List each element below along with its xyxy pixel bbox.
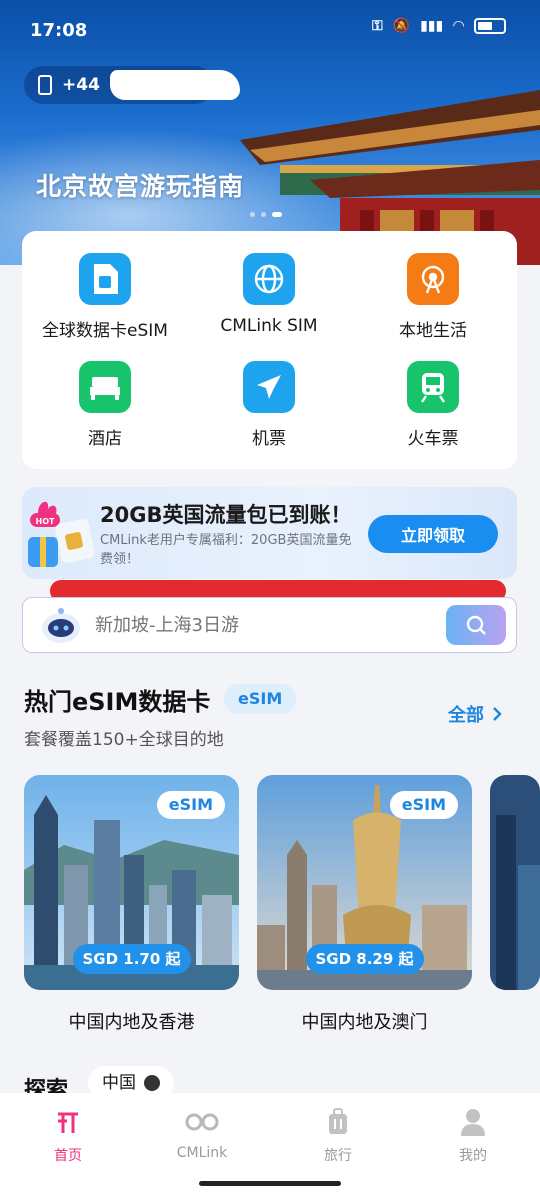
robot-mascot-icon [42,608,80,643]
infinity-icon [152,1107,252,1137]
tab-cmlink[interactable]: CMLink [152,1107,252,1161]
price-tag: SGD 1.70 起 [72,944,191,974]
tab-label: 首页 [54,1148,82,1164]
key-icon: ⚿ [372,18,383,34]
tab-home[interactable]: 首页 [18,1107,118,1165]
claim-button[interactable]: 立即领取 [368,515,498,553]
section-title: 热门eSIM数据卡 [24,688,211,716]
bed-icon [79,361,131,413]
tab-label: 旅行 [324,1148,352,1164]
esim-badge: eSIM [389,791,458,819]
ferris-wheel-icon [407,253,459,305]
luggage-icon [288,1107,388,1137]
status-bar: 17:08 ⚿ 🔕 ▮▮▮ ◠ [0,0,540,60]
section-badge: eSIM [224,684,297,714]
promo-banner[interactable]: HOT 20GB英国流量包已到账！ CMLink老用户专属福利：20GB英国流量… [22,487,517,579]
section-subtitle: 套餐覆盖150+全球目的地 [24,730,224,750]
esim-card-hongkong[interactable]: eSIM SGD 1.70 起 [24,775,239,990]
phone-icon [38,75,52,95]
view-all-label: 全部 [448,705,484,726]
search-bar[interactable] [22,597,517,653]
service-local-life[interactable]: 本地生活 [358,253,508,341]
carousel-dots [250,212,282,217]
tab-profile[interactable]: 我的 [423,1107,523,1165]
carousel-dot-active [272,212,282,217]
esim-card-macau[interactable]: eSIM SGD 8.29 起 [257,775,472,990]
wifi-icon: ◠ [453,18,464,34]
city-skyline-image [490,775,540,990]
chevron-down-icon [144,1075,160,1091]
card-destination: 中国内地及香港 [68,1012,195,1033]
tab-label: 我的 [459,1148,487,1164]
carousel-dot [250,212,255,217]
promo-description: CMLink老用户专属福利：20GB英国流量免费领！ [100,533,352,567]
train-icon [407,361,459,413]
home-icon [18,1107,118,1137]
battery-icon [474,18,506,34]
service-flight[interactable]: 机票 [194,361,344,449]
redaction-mark [110,70,240,100]
phone-number-pill[interactable]: +44 [24,66,240,104]
service-label: 酒店 [88,429,122,449]
esim-card-partial[interactable] [490,775,540,990]
service-esim[interactable]: 全球数据卡eSIM [30,253,180,341]
promo-title: 20GB英国流量包已到账！ [100,503,352,527]
search-icon [466,615,486,635]
signal-icon: ▮▮▮ [420,18,444,34]
service-cmlink-sim[interactable]: CMLink SIM [194,253,344,336]
service-label: 全球数据卡eSIM [42,321,168,341]
service-label: 火车票 [407,429,459,449]
status-time: 17:08 [30,20,88,41]
esim-badge: eSIM [156,791,225,819]
globe-icon [243,253,295,305]
card-destination: 中国内地及澳门 [301,1012,428,1033]
user-icon [423,1107,523,1137]
airplane-icon [243,361,295,413]
service-label: CMLink SIM [220,316,318,336]
carousel-dot [261,212,266,217]
status-icons: ⚿ 🔕 ▮▮▮ ◠ [372,18,506,34]
esim-card-icon [79,253,131,305]
tab-travel[interactable]: 旅行 [288,1107,388,1165]
phone-number: +44 [62,75,100,95]
home-indicator[interactable] [199,1181,341,1186]
service-label: 本地生活 [399,321,467,341]
search-input[interactable] [95,611,435,639]
services-grid: 全球数据卡eSIM CMLink SIM 本地生活 酒店 机票 火车票 [22,231,517,469]
mute-icon: 🔕 [392,18,411,34]
hero-banner[interactable]: 17:08 ⚿ 🔕 ▮▮▮ ◠ +44 北京故宫游玩指南 [0,0,540,265]
service-train[interactable]: 火车票 [358,361,508,449]
service-hotel[interactable]: 酒店 [30,361,180,449]
service-label: 机票 [252,429,286,449]
gift-sim-illustration: HOT [28,501,95,567]
price-tag: SGD 8.29 起 [305,944,424,974]
view-all-link[interactable]: 全部 [448,701,502,727]
hero-title: 北京故宫游玩指南 [36,172,245,201]
chevron-right-icon [493,707,502,721]
search-button[interactable] [446,605,506,645]
tab-label: CMLink [176,1145,228,1161]
hot-label: HOT [36,517,55,526]
